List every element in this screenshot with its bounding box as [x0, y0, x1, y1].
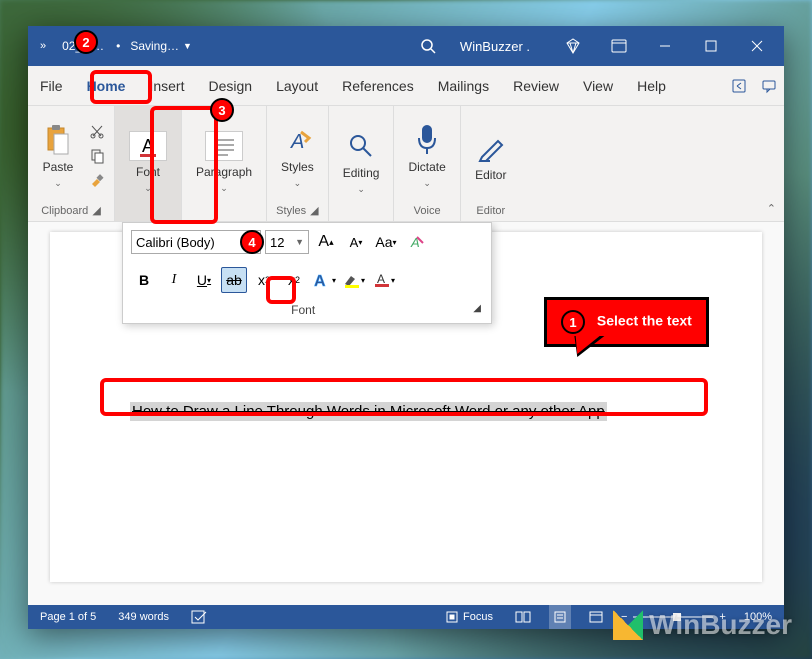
paragraph-dropdown-button[interactable]: Paragraph ⌄	[188, 125, 260, 200]
svg-text:A: A	[314, 273, 326, 289]
font-a-icon: A	[129, 131, 167, 161]
tab-references[interactable]: References	[330, 66, 426, 105]
maximize-button[interactable]	[688, 26, 734, 66]
svg-text:A: A	[142, 136, 154, 156]
paste-button[interactable]: Paste ⌄	[34, 118, 82, 195]
minimize-button[interactable]	[642, 26, 688, 66]
close-button[interactable]	[734, 26, 780, 66]
read-mode-button[interactable]	[511, 605, 535, 629]
saving-status[interactable]: Saving…▼	[122, 39, 200, 53]
flyout-group-label: Font	[291, 303, 315, 317]
superscript-button[interactable]: x2	[281, 267, 307, 293]
search-icon	[345, 130, 377, 162]
group-font: A Font ⌄	[115, 106, 182, 221]
tab-insert[interactable]: Insert	[137, 66, 196, 105]
font-dropdown-button[interactable]: A Font ⌄	[121, 125, 175, 200]
selected-text[interactable]: How to Draw a Line Through Words in Micr…	[130, 402, 607, 421]
search-icon[interactable]	[416, 38, 440, 54]
annotation-number-3: 3	[210, 98, 234, 122]
status-page[interactable]: Page 1 of 5	[36, 605, 100, 629]
comments-button[interactable]	[754, 66, 784, 105]
brand-label: WinBuzzer .	[440, 39, 550, 54]
format-painter-button[interactable]	[86, 169, 108, 191]
text-effects-button[interactable]: A▾	[311, 267, 337, 293]
svg-text:A: A	[377, 272, 385, 286]
editor-button[interactable]: Editor	[467, 126, 515, 188]
focus-mode-button[interactable]: Focus	[441, 605, 497, 629]
subscript-button[interactable]: x2	[251, 267, 277, 293]
decrease-font-button[interactable]: A▾	[343, 229, 369, 255]
tab-view[interactable]: View	[571, 66, 625, 105]
dialog-launcher-icon[interactable]: ◢	[310, 204, 318, 217]
status-word-count[interactable]: 349 words	[114, 605, 173, 629]
ribbon-tabs: File Home Insert Design Layout Reference…	[28, 66, 784, 106]
italic-button[interactable]: I	[161, 267, 187, 293]
increase-font-button[interactable]: A▴	[313, 229, 339, 255]
tab-review[interactable]: Review	[501, 66, 571, 105]
styles-dropdown-button[interactable]: A Styles ⌄	[273, 118, 322, 195]
title-bar: » 02_Mic… • Saving…▼ WinBuzzer .	[28, 26, 784, 66]
diamond-icon[interactable]	[550, 26, 596, 66]
web-layout-button[interactable]	[585, 605, 607, 629]
watermark: WinBuzzer	[613, 609, 792, 641]
quick-access-overflow[interactable]: »	[32, 40, 54, 52]
editing-dropdown-button[interactable]: Editing ⌄	[335, 124, 388, 201]
ribbon: Paste ⌄ Clipboard ◢ A Font ⌄	[28, 106, 784, 222]
font-flyout: Calibri (Body)▼ 12▼ A▴ A▾ Aa▾ A B I U▾ a…	[122, 222, 492, 324]
microphone-icon	[411, 124, 443, 156]
group-paragraph: Paragraph ⌄	[182, 106, 267, 221]
tab-help[interactable]: Help	[625, 66, 678, 105]
group-editor: Editor Editor	[461, 106, 521, 221]
highlight-button[interactable]: ▾	[341, 267, 367, 293]
group-editing: Editing ⌄	[329, 106, 395, 221]
underline-button[interactable]: U▾	[191, 267, 217, 293]
tab-design[interactable]: Design	[196, 66, 264, 105]
copy-button[interactable]	[86, 145, 108, 167]
winbuzzer-logo-icon	[613, 610, 643, 640]
tab-mailings[interactable]: Mailings	[426, 66, 501, 105]
bold-button[interactable]: B	[131, 267, 157, 293]
strikethrough-button[interactable]: ab	[221, 267, 247, 293]
clipboard-icon	[42, 124, 74, 156]
cut-button[interactable]	[86, 121, 108, 143]
tab-layout[interactable]: Layout	[264, 66, 330, 105]
dialog-launcher-icon[interactable]: ◢	[92, 204, 100, 217]
clear-formatting-button[interactable]: A	[403, 229, 429, 255]
dialog-launcher-icon[interactable]: ◢	[473, 303, 481, 317]
ribbon-mode-icon[interactable]	[596, 26, 642, 66]
styles-icon: A	[281, 124, 313, 156]
print-layout-button[interactable]	[549, 605, 571, 629]
group-voice: Dictate ⌄ Voice	[394, 106, 460, 221]
annotation-number-4: 4	[240, 230, 264, 254]
dictate-button[interactable]: Dictate ⌄	[400, 118, 453, 195]
word-window: » 02_Mic… • Saving…▼ WinBuzzer . File Ho…	[28, 26, 784, 629]
tab-file[interactable]: File	[28, 66, 75, 105]
collapse-ribbon-icon[interactable]: ⌃	[767, 202, 776, 215]
change-case-button[interactable]: Aa▾	[373, 229, 399, 255]
group-clipboard: Paste ⌄ Clipboard ◢	[28, 106, 115, 221]
group-styles: A Styles ⌄ Styles ◢	[267, 106, 329, 221]
share-button[interactable]	[724, 66, 754, 105]
paragraph-icon	[205, 131, 243, 161]
font-size-combo[interactable]: 12▼	[265, 230, 309, 254]
annotation-callout-1: 1 Select the text	[544, 297, 709, 347]
status-spellcheck[interactable]	[187, 605, 211, 629]
document-area: Calibri (Body)▼ 12▼ A▴ A▾ Aa▾ A B I U▾ a…	[28, 222, 784, 605]
annotation-number-2: 2	[74, 30, 98, 54]
editor-pen-icon	[475, 132, 507, 164]
font-color-button[interactable]: A▾	[371, 267, 397, 293]
tab-home[interactable]: Home	[75, 66, 138, 105]
